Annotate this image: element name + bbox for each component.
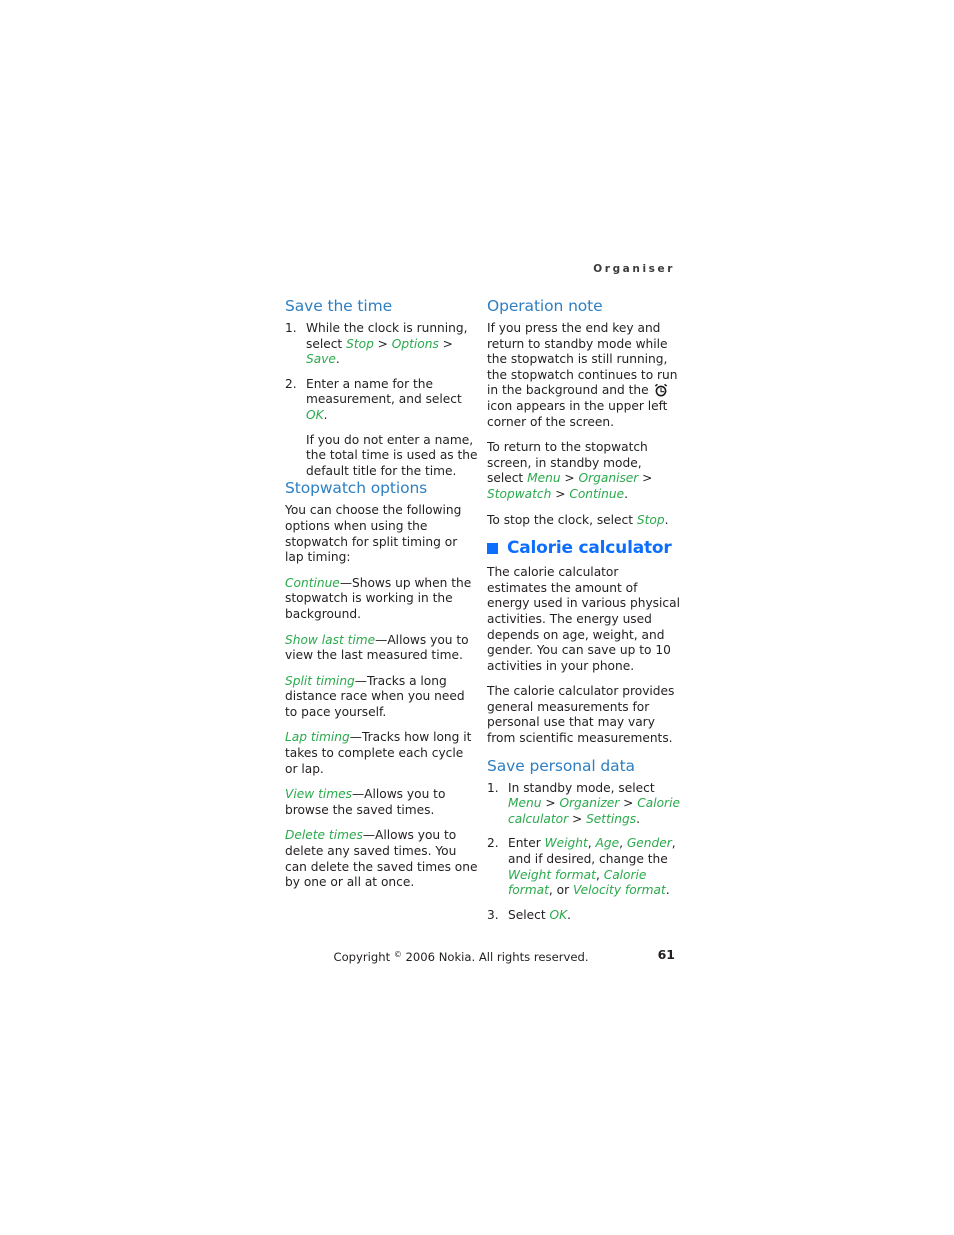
body-text: . — [335, 352, 340, 367]
ui-term: Menu — [527, 471, 561, 486]
heading-save-personal-data: Save personal data — [487, 756, 635, 775]
ui-term: Settings — [586, 811, 637, 826]
ui-term: Age — [595, 836, 620, 851]
body-text: . — [636, 811, 640, 826]
ui-term: Organizer — [559, 796, 620, 811]
ui-term: Organiser — [578, 471, 639, 486]
option-entry: Show last time—Allows you to view the la… — [285, 633, 478, 664]
option-term: View times — [285, 787, 352, 802]
copyright-suffix: 2006 Nokia. All rights reserved. — [401, 950, 589, 964]
ui-term: Weight format — [508, 867, 596, 882]
heading-stopwatch-options: Stopwatch options — [285, 479, 428, 498]
stopwatch-icon — [654, 383, 668, 397]
ui-term-separator: > — [373, 336, 392, 351]
ui-term: Gender — [626, 836, 672, 851]
option-term: Split timing — [285, 673, 355, 688]
calorie-calculator-paragraph-1: The calorie calculator estimates the amo… — [487, 565, 680, 673]
operation-note-paragraph-2: To return to the stopwatch screen, in st… — [487, 440, 680, 502]
body-text: To stop the clock, select — [487, 512, 637, 527]
heading-save-the-time: Save the time — [285, 297, 393, 315]
option-entry: View times—Allows you to browse the save… — [285, 787, 478, 818]
ui-term: Weight — [544, 836, 588, 851]
body-text: . — [567, 907, 571, 922]
page-number: 61 — [657, 947, 675, 962]
list-item: 1. While the clock is running, select Sto… — [285, 321, 478, 368]
option-entry: Continue—Shows up when the stopwatch is … — [285, 576, 478, 623]
square-bullet-icon — [487, 543, 498, 555]
copyright-notice: Copyright © 2006 Nokia. All rights reser… — [285, 947, 637, 965]
running-head: Organiser — [593, 263, 675, 275]
body-text: . — [323, 407, 328, 422]
body-text: Enter a name for the measurement, and se… — [306, 376, 462, 407]
copyright-prefix: Copyright — [333, 950, 394, 964]
ui-term: Stop — [636, 512, 665, 527]
option-entry: Lap timing—Tracks how long it takes to c… — [285, 730, 478, 777]
left-column: Save the time 1. While the clock is runni… — [285, 297, 478, 891]
option-term: Show last time — [285, 632, 376, 647]
list-item-text: Enter a name for the measurement, and se… — [306, 377, 462, 422]
list-item-number: 1. — [285, 321, 297, 335]
body-text: Enter — [508, 836, 545, 851]
list-item: 2. Enter Weight, Age, Gender, and if desi… — [487, 836, 680, 898]
list-item-number: 2. — [285, 376, 297, 391]
heading-operation-note: Operation note — [487, 297, 603, 315]
heading-calorie-calculator: Calorie calculator — [487, 538, 680, 559]
ui-term-separator: > — [619, 796, 638, 811]
list-item-number: 1. — [487, 780, 499, 795]
ui-term: Stopwatch — [487, 486, 552, 501]
ui-term: Menu — [508, 796, 542, 811]
ui-term-separator: > — [438, 336, 453, 351]
list-item-number: 2. — [487, 836, 499, 851]
list-item-text: Select OK. — [508, 908, 571, 922]
steps-save-the-time: 1. While the clock is running, select Sto… — [285, 321, 478, 479]
list-item: 2. Enter a name for the measurement, and … — [285, 377, 478, 480]
page-footer: Copyright © 2006 Nokia. All rights reser… — [285, 947, 675, 965]
body-text: . — [665, 883, 670, 898]
operation-note-paragraph-1: If you press the end key and return to s… — [487, 321, 680, 430]
ui-term: OK — [306, 407, 324, 422]
list-item-text: While the clock is running, select Stop … — [306, 321, 467, 366]
ui-term: Velocity format — [572, 883, 666, 898]
ui-term-separator: > — [638, 471, 653, 486]
list-item: 3. Select OK. — [487, 908, 680, 924]
ui-term-separator: > — [541, 796, 560, 811]
operation-note-text-after-icon: icon appears in the upper left corner of… — [487, 398, 668, 429]
ui-term: Stop — [346, 336, 374, 351]
option-entry: Split timing—Tracks a long distance race… — [285, 674, 478, 721]
body-text: Select — [508, 907, 550, 922]
option-term: Delete times — [285, 828, 363, 843]
calorie-calculator-paragraph-2: The calorie calculator provides general … — [487, 684, 675, 746]
option-term: Continue — [285, 575, 340, 590]
operation-note-text-before-icon: If you press the end key and return to s… — [487, 321, 678, 398]
ui-term: OK — [549, 907, 568, 922]
steps-save-personal-data: 1. In standby mode, select Menu > Organiz… — [487, 781, 680, 924]
option-term: Lap timing — [285, 730, 350, 745]
list-item-text: In standby mode, select Menu > Organizer… — [508, 781, 680, 826]
operation-note-paragraph-3: To stop the clock, select Stop. — [487, 513, 680, 529]
ui-term: Options — [391, 336, 439, 351]
stopwatch-options-list: Continue—Shows up when the stopwatch is … — [285, 576, 478, 891]
body-text: . — [624, 486, 629, 501]
manual-page: Organiser Save the time 1. While the cloc… — [0, 0, 954, 1235]
ui-term-separator: > — [568, 811, 587, 826]
list-item-number: 3. — [487, 907, 499, 922]
right-column: Operation note If you press the end key … — [487, 297, 680, 923]
ui-term: Save — [306, 352, 336, 367]
body-text: , — [587, 836, 596, 851]
body-text: , or — [548, 883, 573, 898]
list-item-continuation: If you do not enter a name, the total ti… — [306, 432, 478, 478]
ui-term-separator: > — [560, 471, 579, 486]
body-text: , — [595, 867, 604, 882]
stopwatch-options-intro: You can choose the following options whe… — [285, 503, 462, 565]
copyright-symbol: © — [393, 950, 402, 959]
body-text: . — [664, 512, 669, 527]
ui-term-separator: > — [551, 486, 570, 501]
body-text: , — [619, 836, 627, 851]
list-item-text: Enter Weight, Age, Gender, and if desire… — [508, 836, 676, 897]
heading-calorie-calculator-label: Calorie calculator — [507, 538, 672, 559]
option-entry: Delete times—Allows you to delete any sa… — [285, 828, 478, 890]
body-text: In standby mode, select — [508, 780, 655, 795]
ui-term: Continue — [569, 486, 625, 501]
list-item: 1. In standby mode, select Menu > Organiz… — [487, 781, 680, 828]
